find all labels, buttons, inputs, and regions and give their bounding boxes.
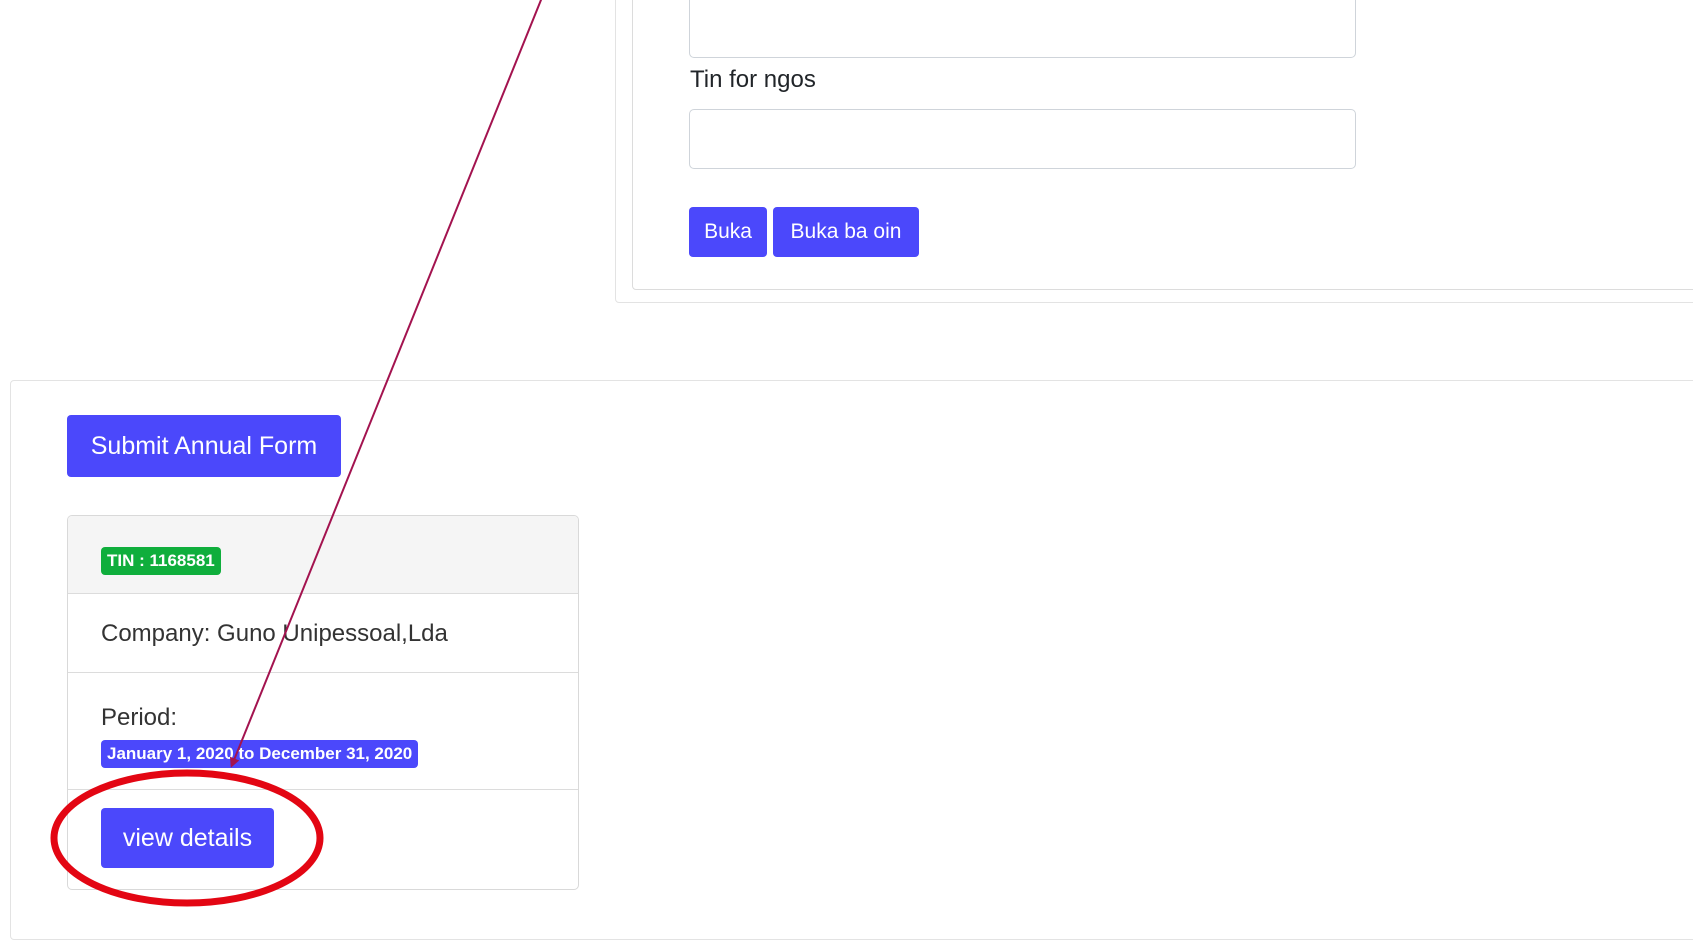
tin-ngos-label: Tin for ngos — [690, 66, 816, 93]
tin-badge: TIN : 1168581 — [101, 547, 221, 575]
period-label: Period: — [101, 704, 178, 731]
period-badge: January 1, 2020 to December 31, 2020 — [101, 740, 419, 768]
view-details-button[interactable]: view details — [101, 808, 274, 868]
annual-form-card: TIN : 1168581 Company: Guno Unipessoal,L… — [67, 515, 579, 890]
company-text: Company: Guno Unipessoal,Lda — [101, 620, 448, 647]
company-row: Company: Guno Unipessoal,Lda — [68, 594, 578, 673]
search-button[interactable]: Buka — [689, 207, 767, 257]
tin-ngos-input[interactable] — [689, 109, 1356, 169]
period-row: Period: January 1, 2020 to December 31, … — [68, 673, 578, 790]
top-input-field[interactable] — [689, 0, 1356, 58]
search-again-button[interactable]: Buka ba oin — [773, 207, 919, 257]
card-header: TIN : 1168581 — [68, 516, 578, 594]
submit-annual-form-button[interactable]: Submit Annual Form — [67, 415, 341, 477]
